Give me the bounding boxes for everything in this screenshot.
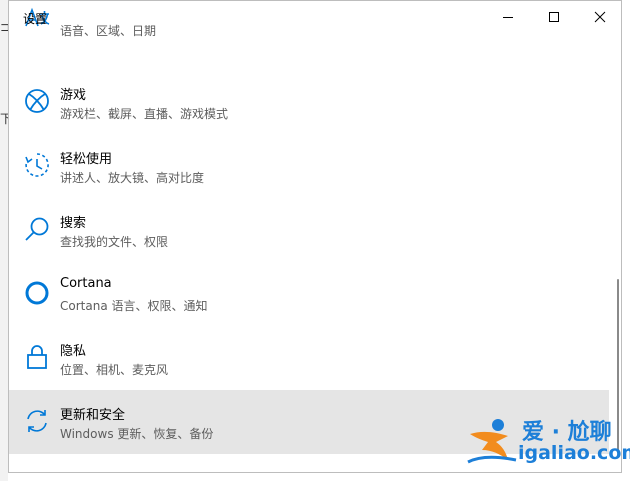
minimize-button[interactable] [485,1,531,33]
maximize-button[interactable] [531,1,577,33]
search-icon [23,212,51,246]
settings-item-subtitle: 位置、相机、麦克风 [60,363,169,377]
settings-item-title: 游戏 [60,88,87,103]
settings-item-search[interactable]: 搜索 查找我的文件、权限 [9,198,609,262]
settings-item-subtitle: 游戏栏、截屏、直播、游戏模式 [60,107,229,121]
close-button[interactable] [577,1,621,33]
settings-item-title: 更新和安全 [60,408,126,423]
ease-of-access-icon [23,148,51,182]
maximize-icon [548,11,560,23]
watermark-url: igaliao.com [518,442,630,464]
settings-item-title: 隐私 [60,344,87,359]
settings-item-subtitle: 查找我的文件、权限 [60,235,169,249]
background-window-edge: ⊐ 下 [0,0,12,481]
settings-item-title: 轻松使用 [60,152,113,167]
sync-icon [23,404,51,438]
xbox-icon [23,84,51,118]
settings-item-subtitle: Cortana 语言、权限、通知 [60,299,208,313]
settings-window: 语音、区域、日期 游戏 游戏栏、截屏、直播、游戏模式 轻松使用 讲述人、放大镜、… [8,0,622,473]
settings-item-subtitle: 讲述人、放大镜、高对比度 [60,171,205,185]
settings-item-privacy[interactable]: 隐私 位置、相机、麦克风 [9,326,609,390]
window-title: 设置 [23,12,48,26]
settings-item-title: 搜索 [60,216,87,231]
watermark-logo-icon [466,416,520,472]
close-icon [594,11,606,23]
lock-icon [23,340,51,374]
settings-item-cortana[interactable]: Cortana Cortana 语言、权限、通知 [9,262,609,326]
cortana-icon [23,276,51,310]
settings-item-title: Cortana [60,276,112,291]
settings-item-ease-of-access[interactable]: 轻松使用 讲述人、放大镜、高对比度 [9,134,609,198]
settings-item-gaming[interactable]: 游戏 游戏栏、截屏、直播、游戏模式 [9,70,609,134]
watermark: 爱 · 尬聊 igaliao.com [466,412,630,472]
settings-item-subtitle: Windows 更新、恢复、备份 [60,427,214,441]
title-bar[interactable]: 设置 [9,1,621,33]
minimize-icon [502,11,514,23]
